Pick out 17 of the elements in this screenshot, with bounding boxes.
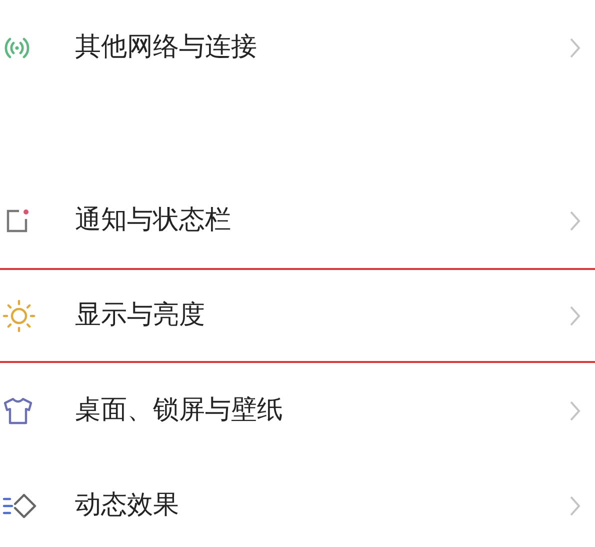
row-label: 桌面、锁屏与壁纸 — [75, 394, 284, 427]
row-label: 通知与状态栏 — [75, 204, 232, 237]
chevron-icon — [569, 210, 581, 232]
chevron-icon — [569, 494, 581, 516]
sun-icon — [2, 298, 36, 332]
row-label: 动态效果 — [75, 489, 180, 522]
row-label: 显示与亮度 — [75, 299, 206, 332]
chevron-icon — [569, 400, 581, 422]
settings-row[interactable]: 桌面、锁屏与壁纸 — [0, 363, 595, 458]
settings-row[interactable]: 其他网络与连接 — [0, 0, 595, 95]
chevron-icon — [569, 304, 581, 326]
settings-row[interactable]: 显示与亮度 — [0, 268, 595, 363]
settings-row[interactable]: 动态效果 — [0, 458, 595, 547]
chevron-icon — [569, 36, 581, 58]
settings-row[interactable]: 通知与状态栏 — [0, 173, 595, 268]
shirt-icon — [2, 396, 34, 426]
row-label: 其他网络与连接 — [75, 31, 258, 64]
